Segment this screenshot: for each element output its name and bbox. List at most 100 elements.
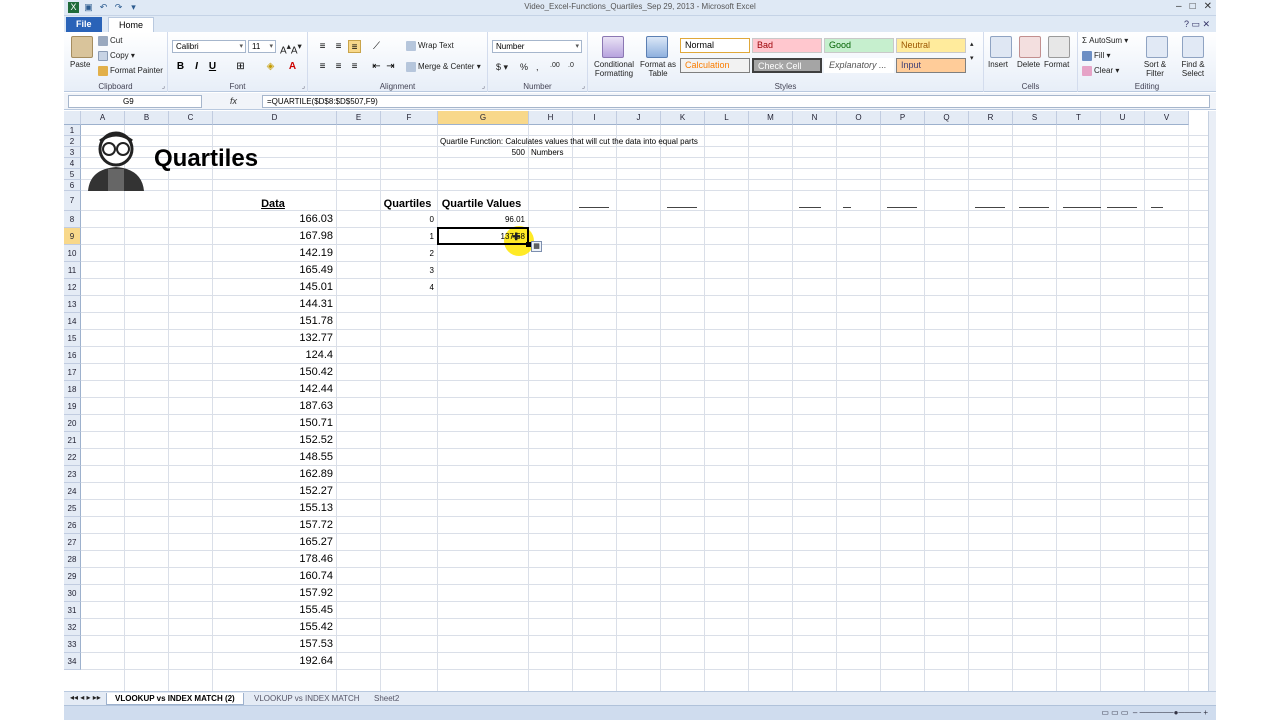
format-cells-icon[interactable]: [1048, 36, 1070, 58]
row-header-17[interactable]: 17: [64, 364, 81, 381]
row-header-33[interactable]: 33: [64, 636, 81, 653]
data-cell[interactable]: 155.42: [213, 619, 333, 636]
column-header-g[interactable]: G: [438, 111, 529, 125]
number-format-select[interactable]: Number ▾: [492, 40, 582, 53]
clear-button[interactable]: Clear ▾: [1082, 66, 1119, 76]
quartile-value-cell[interactable]: 96.01: [438, 211, 525, 228]
style-explanatory[interactable]: Explanatory ...: [824, 58, 894, 73]
align-center-icon[interactable]: ≡: [332, 60, 345, 73]
dialog-launcher-icon[interactable]: ⌟: [582, 82, 585, 90]
row-header-15[interactable]: 15: [64, 330, 81, 347]
row-header-21[interactable]: 21: [64, 432, 81, 449]
data-cell[interactable]: 142.19: [213, 245, 333, 262]
row-header-8[interactable]: 8: [64, 211, 81, 228]
sort-filter-button[interactable]: Sort & Filter: [1136, 60, 1174, 78]
row-header-28[interactable]: 28: [64, 551, 81, 568]
quartile-cell[interactable]: 3: [381, 262, 434, 279]
format-as-table-button[interactable]: Format as Table: [638, 60, 678, 78]
paste-button[interactable]: Paste: [70, 60, 90, 69]
column-header-j[interactable]: J: [617, 111, 661, 125]
row-header-24[interactable]: 24: [64, 483, 81, 500]
sheet-tab-vlookup-index-match-2[interactable]: VLOOKUP vs INDEX MATCH (2): [106, 693, 244, 705]
delete-cells-icon[interactable]: [1019, 36, 1041, 58]
column-header-v[interactable]: V: [1145, 111, 1189, 125]
row-header-13[interactable]: 13: [64, 296, 81, 313]
data-cell[interactable]: 160.74: [213, 568, 333, 585]
vertical-scrollbar[interactable]: [1208, 111, 1216, 691]
data-cell[interactable]: 155.45: [213, 602, 333, 619]
row-header-4[interactable]: 4: [64, 158, 81, 169]
style-calculation[interactable]: Calculation: [680, 58, 750, 73]
row-header-12[interactable]: 12: [64, 279, 81, 296]
column-header-l[interactable]: L: [705, 111, 749, 125]
style-input[interactable]: Input: [896, 58, 966, 73]
quartile-cell[interactable]: 2: [381, 245, 434, 262]
fill-button[interactable]: Fill ▾: [1082, 51, 1110, 61]
count-label-cell[interactable]: Numbers: [529, 147, 569, 158]
spreadsheet-grid[interactable]: A B C D E F G H I J K L M N O P Q R S T U V 1 2 3 4 5 6 7 8 9 10 11 12 13 1…: [64, 111, 1208, 691]
quartiles-header-cell[interactable]: Quartiles: [381, 191, 434, 211]
paste-icon[interactable]: [71, 36, 93, 58]
column-header-f[interactable]: F: [381, 111, 438, 125]
minimize-icon[interactable]: –: [1176, 1, 1182, 12]
autofill-options-icon[interactable]: ▦: [531, 241, 542, 252]
orientation-icon[interactable]: ⟋: [370, 40, 383, 53]
format-button[interactable]: Format: [1044, 60, 1069, 69]
copy-button[interactable]: Copy ▾: [98, 51, 135, 61]
function-icon[interactable]: fx: [210, 95, 258, 108]
column-header-o[interactable]: O: [837, 111, 881, 125]
increase-decimal-icon[interactable]: .00: [550, 62, 560, 69]
sheet-nav-arrows-icon[interactable]: ◂◂ ◂ ▸ ▸▸: [70, 693, 101, 702]
table-icon[interactable]: [646, 36, 668, 58]
style-neutral[interactable]: Neutral: [896, 38, 966, 53]
column-header-d[interactable]: D: [213, 111, 337, 125]
style-check-cell[interactable]: Check Cell: [752, 58, 822, 73]
row-header-23[interactable]: 23: [64, 466, 81, 483]
row-header-3[interactable]: 3: [64, 147, 81, 158]
dialog-launcher-icon[interactable]: ⌟: [482, 82, 485, 90]
data-cell[interactable]: 151.78: [213, 313, 333, 330]
select-all-corner[interactable]: [64, 111, 81, 125]
row-header-5[interactable]: 5: [64, 169, 81, 180]
sheet-tab-vlookup-index-match[interactable]: VLOOKUP vs INDEX MATCH: [246, 693, 368, 705]
autosum-button[interactable]: Σ AutoSum ▾: [1082, 36, 1128, 45]
decrease-decimal-icon[interactable]: .0: [568, 62, 574, 69]
row-header-10[interactable]: 10: [64, 245, 81, 262]
data-cell[interactable]: 157.53: [213, 636, 333, 653]
cut-button[interactable]: Cut: [98, 36, 122, 46]
data-cell[interactable]: 132.77: [213, 330, 333, 347]
conditional-formatting-icon[interactable]: [602, 36, 624, 58]
quartile-values-header-cell[interactable]: Quartile Values: [438, 191, 525, 211]
close-icon[interactable]: ✕: [1204, 1, 1212, 12]
merge-center-button[interactable]: Merge & Center ▾: [406, 62, 481, 72]
data-cell[interactable]: 192.64: [213, 653, 333, 670]
data-cell[interactable]: 155.13: [213, 500, 333, 517]
data-cell[interactable]: 167.98: [213, 228, 333, 245]
quartile-cell[interactable]: 1: [381, 228, 434, 245]
data-cell[interactable]: 165.27: [213, 534, 333, 551]
data-cell[interactable]: 165.49: [213, 262, 333, 279]
column-header-m[interactable]: M: [749, 111, 793, 125]
column-header-n[interactable]: N: [793, 111, 837, 125]
row-header-32[interactable]: 32: [64, 619, 81, 636]
column-header-r[interactable]: R: [969, 111, 1013, 125]
row-header-29[interactable]: 29: [64, 568, 81, 585]
help-icon[interactable]: ? ▭ ✕: [1184, 19, 1210, 30]
row-header-18[interactable]: 18: [64, 381, 81, 398]
indent-icon[interactable]: ⇤: [370, 60, 383, 73]
grow-font-icon[interactable]: A▴A▾: [280, 41, 302, 56]
align-left-icon[interactable]: ≡: [316, 60, 329, 73]
column-header-i[interactable]: I: [573, 111, 617, 125]
data-cell[interactable]: 152.52: [213, 432, 333, 449]
row-header-2[interactable]: 2: [64, 136, 81, 147]
align-right-icon[interactable]: ≡: [348, 60, 361, 73]
column-header-k[interactable]: K: [661, 111, 705, 125]
data-header-cell[interactable]: Data: [213, 191, 333, 211]
style-bad[interactable]: Bad: [752, 38, 822, 53]
row-header-25[interactable]: 25: [64, 500, 81, 517]
quartile-cell[interactable]: 4: [381, 279, 434, 296]
fill-color-icon[interactable]: ◈: [264, 60, 277, 73]
data-cell[interactable]: 187.63: [213, 398, 333, 415]
delete-button[interactable]: Delete: [1017, 60, 1040, 69]
insert-cells-icon[interactable]: [990, 36, 1012, 58]
